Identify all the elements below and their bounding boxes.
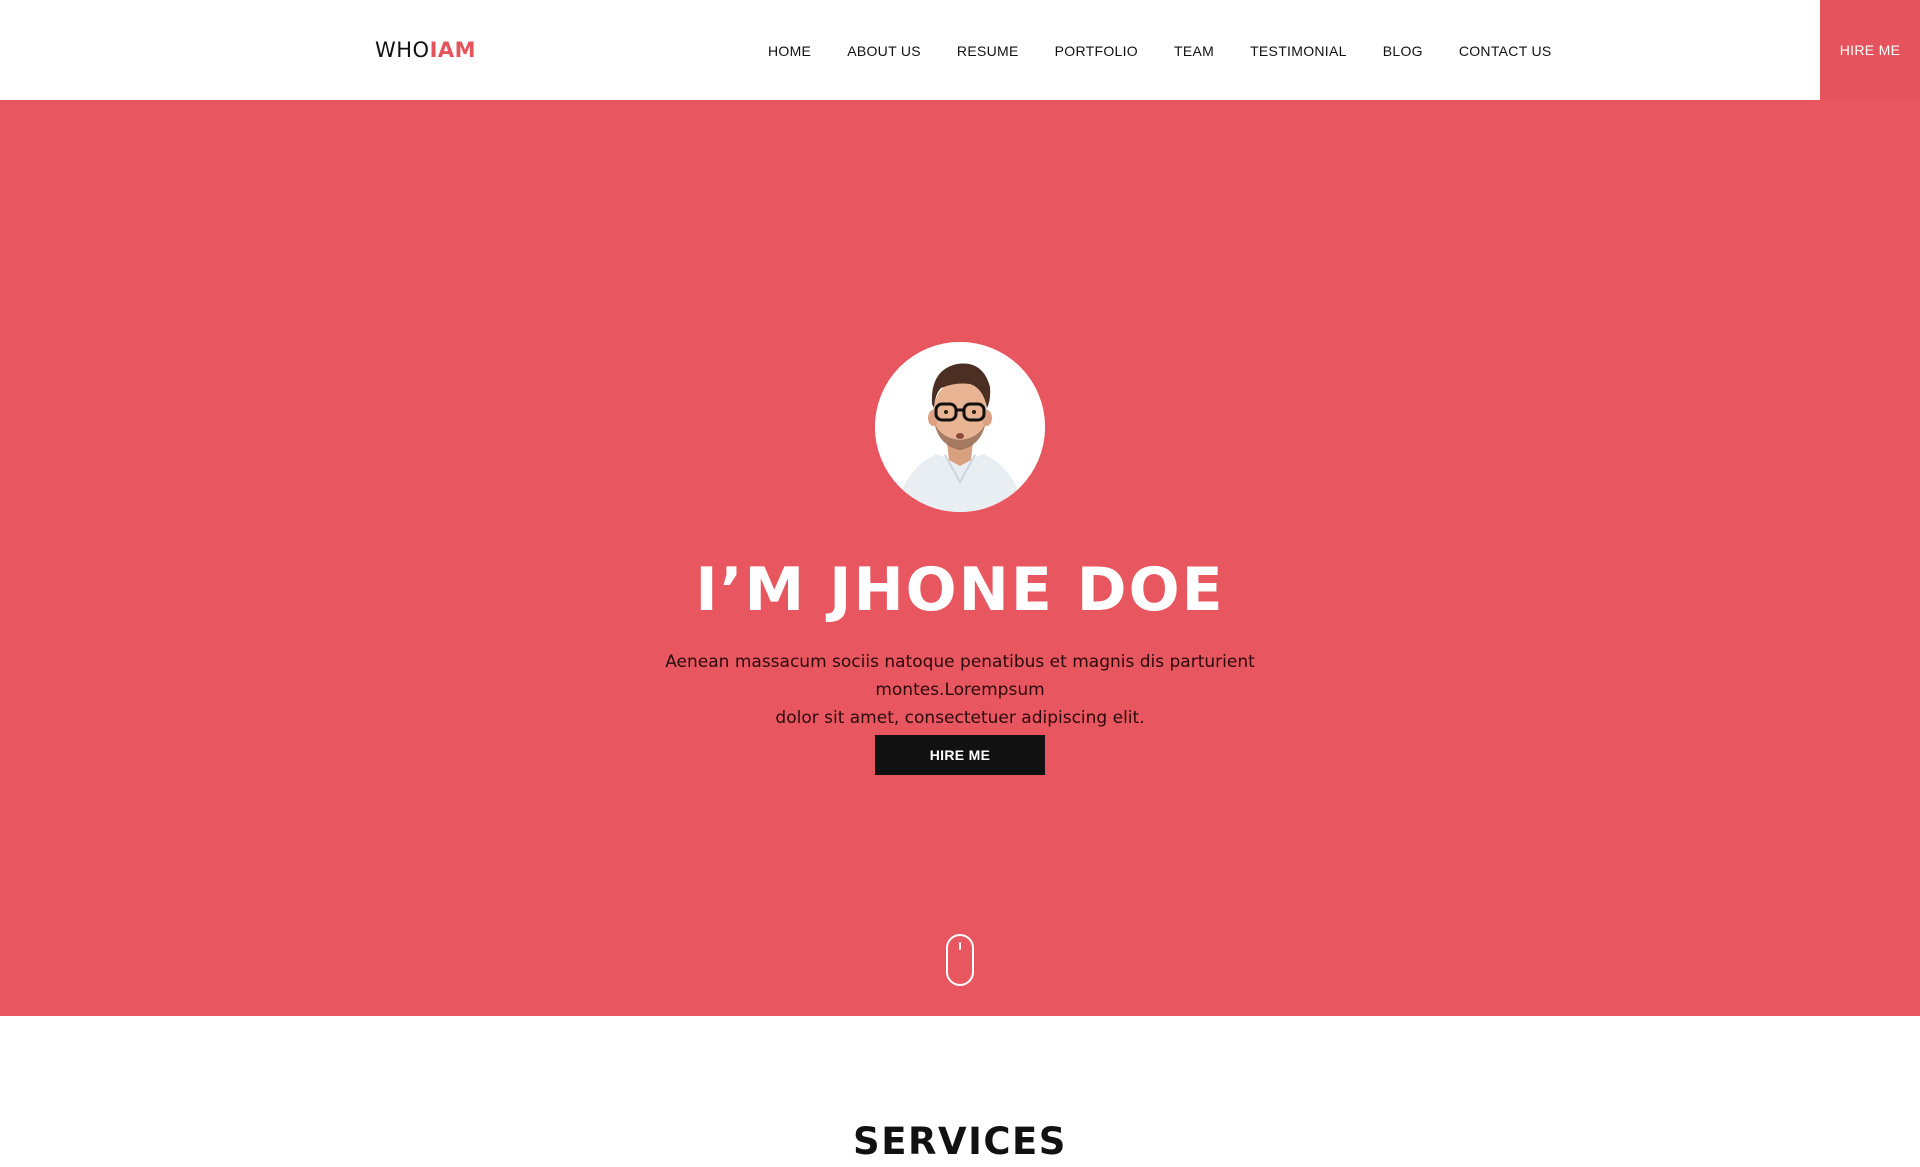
logo-text-iam: IAM: [429, 38, 477, 62]
hero-description-line1: Aenean massacum sociis natoque penatibus…: [665, 652, 1255, 700]
avatar: [875, 342, 1045, 512]
hero-section: I’M JHONE DOE Aenean massacum sociis nat…: [0, 100, 1920, 1016]
hire-me-button[interactable]: HIRE ME: [875, 735, 1045, 775]
logo[interactable]: WHOIAM: [375, 37, 476, 63]
main-nav: HOME ABOUT US RESUME PORTFOLIO TEAM TEST…: [768, 41, 1552, 61]
nav-item-contact-us[interactable]: CONTACT US: [1459, 43, 1552, 59]
nav-item-team[interactable]: TEAM: [1174, 43, 1214, 59]
hero-title: I’M JHONE DOE: [695, 555, 1225, 625]
hire-me-corner-button[interactable]: HIRE ME: [1820, 0, 1920, 100]
nav-item-testimonial[interactable]: TESTIMONIAL: [1250, 43, 1347, 59]
nav-item-home[interactable]: HOME: [768, 43, 811, 59]
mouse-scroll-icon[interactable]: [945, 933, 975, 987]
nav-item-blog[interactable]: BLOG: [1383, 43, 1423, 59]
nav-item-about-us[interactable]: ABOUT US: [847, 43, 921, 59]
services-heading: SERVICES: [853, 1120, 1067, 1163]
logo-text-who: WHO: [375, 38, 430, 62]
site-header: WHOIAM HOME ABOUT US RESUME PORTFOLIO TE…: [0, 0, 1920, 100]
hero-description-line2: dolor sit amet, consectetuer adipiscing …: [775, 708, 1145, 728]
nav-item-portfolio[interactable]: PORTFOLIO: [1055, 43, 1138, 59]
nav-item-resume[interactable]: RESUME: [957, 43, 1019, 59]
profile-photo: [875, 342, 1045, 512]
hero-description: Aenean massacum sociis natoque penatibus…: [610, 648, 1310, 732]
